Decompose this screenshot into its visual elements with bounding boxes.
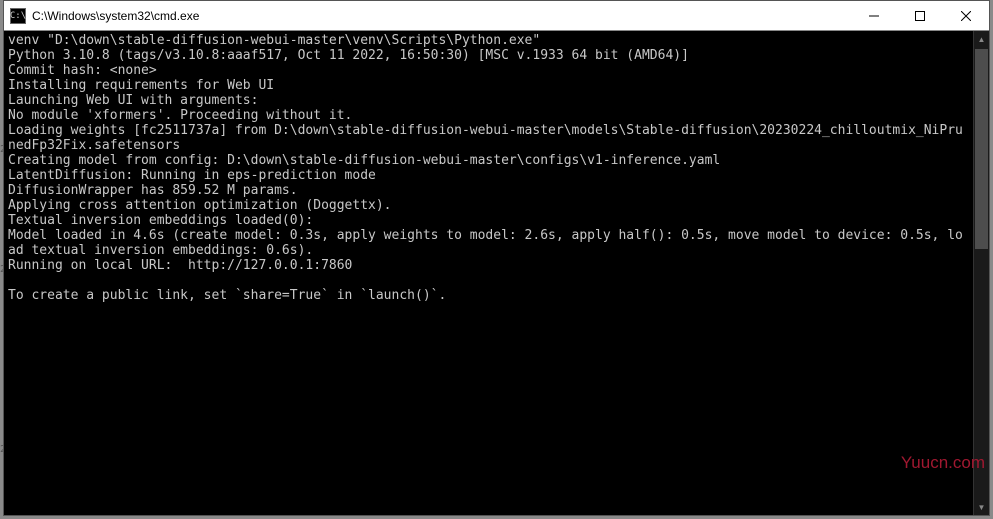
minimize-button[interactable] bbox=[851, 1, 897, 30]
window-title: C:\Windows\system32\cmd.exe bbox=[32, 9, 851, 23]
terminal-line: To create a public link, set `share=True… bbox=[8, 288, 969, 303]
terminal-line: Loading weights [fc2511737a] from D:\dow… bbox=[8, 123, 969, 153]
terminal-output: venv "D:\down\stable-diffusion-webui-mas… bbox=[4, 31, 973, 515]
terminal-line bbox=[8, 273, 969, 288]
terminal-line: LatentDiffusion: Running in eps-predicti… bbox=[8, 168, 969, 183]
minimize-icon bbox=[869, 11, 879, 21]
terminal-line: Model loaded in 4.6s (create model: 0.3s… bbox=[8, 228, 969, 258]
terminal-line: Creating model from config: D:\down\stab… bbox=[8, 153, 969, 168]
cmd-window: C:\ C:\Windows\system32\cmd.exe venv "D:… bbox=[3, 0, 990, 516]
maximize-icon bbox=[915, 11, 925, 21]
titlebar[interactable]: C:\ C:\Windows\system32\cmd.exe bbox=[4, 1, 989, 31]
terminal-line: venv "D:\down\stable-diffusion-webui-mas… bbox=[8, 33, 969, 48]
terminal-line: DiffusionWrapper has 859.52 M params. bbox=[8, 183, 969, 198]
scrollbar[interactable]: ▲ ▼ bbox=[973, 31, 989, 515]
close-icon bbox=[961, 11, 971, 21]
terminal-line: Installing requirements for Web UI bbox=[8, 78, 969, 93]
terminal-area[interactable]: venv "D:\down\stable-diffusion-webui-mas… bbox=[4, 31, 989, 515]
terminal-line: Launching Web UI with arguments: bbox=[8, 93, 969, 108]
maximize-button[interactable] bbox=[897, 1, 943, 30]
terminal-line: Python 3.10.8 (tags/v3.10.8:aaaf517, Oct… bbox=[8, 48, 969, 63]
terminal-line: Commit hash: <none> bbox=[8, 63, 969, 78]
terminal-line: No module 'xformers'. Proceeding without… bbox=[8, 108, 969, 123]
scroll-down-arrow[interactable]: ▼ bbox=[974, 499, 989, 515]
cmd-icon: C:\ bbox=[10, 8, 26, 24]
scroll-up-arrow[interactable]: ▲ bbox=[974, 31, 989, 47]
close-button[interactable] bbox=[943, 1, 989, 30]
terminal-line: Running on local URL: http://127.0.0.1:7… bbox=[8, 258, 969, 273]
scrollbar-thumb[interactable] bbox=[975, 49, 988, 249]
terminal-line: Textual inversion embeddings loaded(0): bbox=[8, 213, 969, 228]
terminal-line: Applying cross attention optimization (D… bbox=[8, 198, 969, 213]
window-controls bbox=[851, 1, 989, 30]
